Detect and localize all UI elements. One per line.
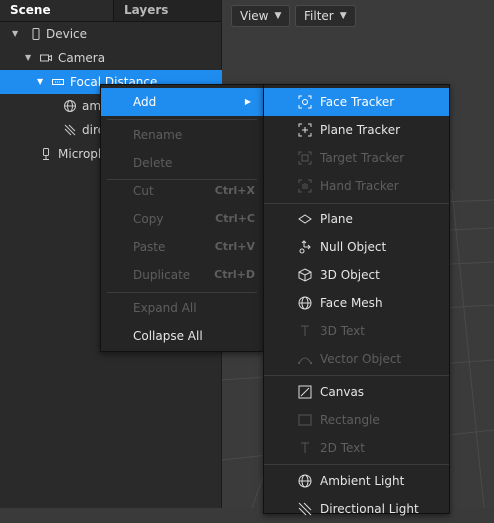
menu-item-rectangle[interactable]: Rectangle (264, 406, 449, 434)
menu-item-rename[interactable]: Rename (101, 121, 263, 149)
cube-icon (298, 268, 312, 282)
microphone-icon (43, 148, 49, 160)
tree-item-device[interactable]: ▼ Device (0, 22, 222, 46)
menu-item-plane[interactable]: Plane (264, 205, 449, 233)
tree-item-camera[interactable]: ▼ Camera (0, 46, 222, 70)
menu-item-expand-all[interactable]: Expand All (101, 294, 263, 322)
plane-tracker-icon (298, 123, 312, 137)
vector-object-icon (298, 357, 312, 364)
menu-item-duplicate[interactable]: Duplicate Ctrl+D (101, 261, 263, 289)
expand-arrow-icon[interactable]: ▼ (25, 46, 31, 70)
hand-tracker-icon (298, 179, 312, 193)
phone-icon (32, 28, 40, 40)
tab-scene[interactable]: Scene (0, 0, 113, 21)
menu-item-vector-object[interactable]: Vector Object (264, 345, 449, 373)
filter-dropdown[interactable]: Filter ▼ (295, 5, 356, 27)
menu-item-target-tracker[interactable]: Target Tracker (264, 144, 449, 172)
tree-item-label: Camera (58, 51, 106, 65)
add-submenu: Face Tracker Plane Tracker Target Tracke… (263, 84, 450, 516)
menu-item-2d-text[interactable]: 2D Text (264, 434, 449, 462)
globe-icon (298, 474, 312, 488)
menu-divider (107, 292, 257, 293)
menu-divider (264, 375, 449, 376)
menu-item-null-object[interactable]: Null Object (264, 233, 449, 261)
menu-divider (264, 464, 449, 465)
menu-item-collapse-all[interactable]: Collapse All (101, 322, 263, 350)
directional-light-icon (64, 124, 76, 136)
globe-icon (64, 100, 76, 112)
menu-item-3d-text[interactable]: 3D Text (264, 317, 449, 345)
camera-icon (40, 54, 52, 62)
tab-layers[interactable]: Layers (113, 0, 221, 21)
menu-item-directional-light[interactable]: Directional Light (264, 495, 449, 523)
canvas-icon (298, 385, 312, 399)
menu-item-face-tracker[interactable]: Face Tracker (264, 88, 449, 116)
face-tracker-icon (298, 95, 312, 109)
view-dropdown[interactable]: View ▼ (231, 5, 291, 27)
tree-item-label: Device (46, 27, 88, 41)
menu-item-delete[interactable]: Delete (101, 149, 263, 177)
tree-item-label: Microph (58, 147, 106, 161)
panel-tabs: Scene Layers (0, 0, 221, 22)
filter-label: Filter (304, 9, 334, 23)
menu-divider (107, 119, 257, 120)
text-icon (301, 442, 309, 453)
face-mesh-icon (298, 296, 312, 310)
menu-item-paste[interactable]: Paste Ctrl+V (101, 233, 263, 261)
chevron-right-icon: ▶ (244, 97, 251, 106)
expand-arrow-icon[interactable]: ▼ (12, 22, 18, 46)
chevron-down-icon: ▼ (339, 11, 347, 21)
menu-item-face-mesh[interactable]: Face Mesh (264, 289, 449, 317)
null-object-icon (299, 240, 311, 254)
expand-arrow-icon[interactable]: ▼ (37, 70, 43, 94)
menu-item-add[interactable]: Add ▶ (101, 88, 263, 116)
menu-item-ambient-light[interactable]: Ambient Light (264, 467, 449, 495)
focal-distance-icon (52, 79, 64, 85)
target-tracker-icon (298, 151, 312, 165)
rectangle-icon (298, 414, 312, 426)
menu-item-hand-tracker[interactable]: Hand Tracker (264, 172, 449, 200)
plane-icon (298, 214, 312, 224)
directional-light-icon (298, 502, 312, 516)
view-label: View (240, 9, 269, 23)
menu-item-copy[interactable]: Copy Ctrl+C (101, 205, 263, 233)
menu-item-cut[interactable]: Cut Ctrl+X (101, 177, 263, 205)
menu-item-3d-object[interactable]: 3D Object (264, 261, 449, 289)
menu-item-canvas[interactable]: Canvas (264, 378, 449, 406)
menu-item-plane-tracker[interactable]: Plane Tracker (264, 116, 449, 144)
context-menu: Add ▶ Rename Delete Cut Ctrl+X Copy Ctrl… (100, 84, 264, 352)
menu-divider (264, 203, 449, 204)
text-icon (301, 325, 309, 336)
chevron-down-icon: ▼ (274, 11, 282, 21)
